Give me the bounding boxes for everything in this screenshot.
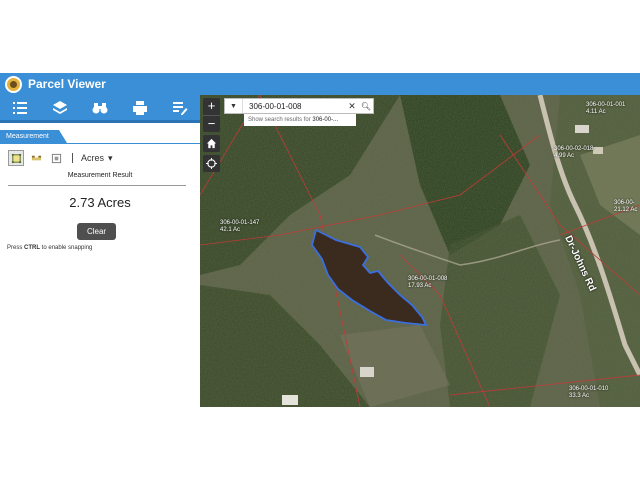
app-title: Parcel Viewer xyxy=(28,77,106,91)
parcel-label-306-00-01-010: 306-00-01-010 33.3 Ac xyxy=(569,386,608,400)
result-divider xyxy=(8,185,186,186)
parcel-label-306-00-01-008: 306-00-01-008 17.93 Ac xyxy=(408,276,447,290)
widget-toolbar xyxy=(0,95,200,123)
parcel-acres: 33.3 Ac xyxy=(569,393,590,399)
layers-icon[interactable] xyxy=(50,98,70,118)
unit-value: Acres xyxy=(81,153,105,163)
measurement-tools: Acres ▾ xyxy=(8,150,113,166)
location-tool-icon[interactable] xyxy=(48,150,64,166)
hint-key: CTRL xyxy=(24,245,41,251)
print-icon[interactable] xyxy=(130,98,150,118)
parcel-id: 306-00- xyxy=(614,200,635,206)
chevron-down-icon: ▾ xyxy=(108,152,113,163)
parcel-id: 306-00-01-010 xyxy=(569,386,609,392)
search-input[interactable]: 306-00-01-008 xyxy=(243,102,345,111)
parcel-id: 306-00-01-001 xyxy=(586,102,626,108)
parcel-label-306-00-01-147: 306-00-01-147 42.1 Ac xyxy=(220,220,259,234)
parcel-acres: 21.12 Ac xyxy=(614,207,638,213)
list-icon[interactable] xyxy=(10,98,30,118)
edit-list-icon[interactable] xyxy=(170,98,190,118)
home-button[interactable] xyxy=(203,135,220,152)
zoom-out-button[interactable]: − xyxy=(203,115,220,132)
parcel-label-306-00-01-001: 306-00-01-001 4.11 Ac xyxy=(586,102,625,116)
result-label: Measurement Result xyxy=(67,172,133,179)
tool-separator xyxy=(72,153,73,163)
zoom-control: + − xyxy=(203,98,220,132)
parcel-id: 306-00-01-008 xyxy=(408,276,448,282)
home-icon xyxy=(206,138,217,149)
caret-down-icon: ▼ xyxy=(230,102,237,110)
parcel-acres: 4.99 Ac xyxy=(554,153,575,159)
locate-icon xyxy=(206,158,217,169)
unit-dropdown[interactable]: Acres ▾ xyxy=(81,153,113,164)
parcel-acres: 42.1 Ac xyxy=(220,227,241,233)
search-widget: ▼ 306-00-01-008 ✕ 🔍︎ xyxy=(224,98,374,114)
parcel-label-306-00-02-018: 306-00-02-018 4.99 Ac xyxy=(554,146,593,160)
suggestion-term: 306-00-... xyxy=(312,117,339,123)
county-seal-logo xyxy=(5,75,22,93)
snapping-hint: Press CTRL to enable snapping xyxy=(7,245,92,251)
result-value: 2.73 Acres xyxy=(69,195,131,210)
clear-button[interactable]: Clear xyxy=(77,223,116,240)
search-suggestion[interactable]: Show search results for 306-00-... xyxy=(244,114,356,126)
close-icon[interactable]: ✕ xyxy=(345,101,359,112)
zoom-in-button[interactable]: + xyxy=(203,98,220,115)
search-icon[interactable]: 🔍︎ xyxy=(359,102,373,111)
panel-tab-measurement[interactable]: Measurement xyxy=(0,130,67,143)
binoculars-icon[interactable] xyxy=(90,98,110,118)
search-source-dropdown[interactable]: ▼ xyxy=(225,99,243,113)
app-header: Parcel Viewer xyxy=(0,73,640,95)
app-window: Parcel Viewer Measurement Acres ▾ Measur… xyxy=(0,73,640,407)
measurement-panel: Measurement Acres ▾ Measurement Result 2… xyxy=(0,123,200,407)
parcel-id: 306-00-02-018 xyxy=(554,146,594,152)
map-view[interactable]: + − ▼ 306-00-01-008 ✕ 🔍︎ Show search res… xyxy=(200,95,640,407)
parcel-id: 306-00-01-147 xyxy=(220,220,260,226)
parcel-acres: 17.93 Ac xyxy=(408,283,432,289)
parcel-label-306-00: 306-00- 21.12 Ac xyxy=(614,200,637,214)
hint-prefix: Press xyxy=(7,245,25,251)
area-tool-icon[interactable] xyxy=(8,150,24,166)
distance-tool-icon[interactable] xyxy=(28,150,44,166)
hint-suffix: to enable snapping xyxy=(40,245,93,251)
locate-button[interactable] xyxy=(203,155,220,172)
panel-divider xyxy=(0,143,200,144)
parcel-acres: 4.11 Ac xyxy=(586,109,606,115)
suggestion-prefix: Show search results for xyxy=(248,117,313,123)
